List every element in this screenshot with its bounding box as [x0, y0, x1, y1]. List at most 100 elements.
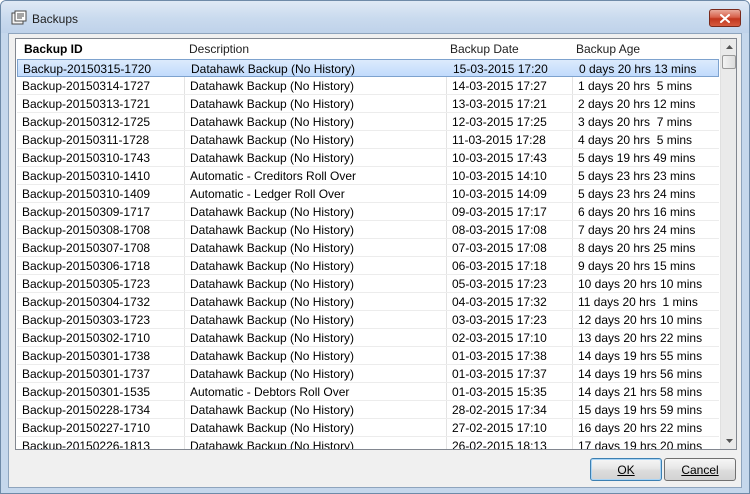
cell-description: Datahawk Backup (No History)	[190, 97, 355, 111]
cell-backup-age: 17 days 19 hrs 20 mins	[578, 439, 703, 450]
table-row[interactable]: Backup-20150308-1708 Datahawk Backup (No …	[17, 221, 719, 239]
table-row[interactable]: Backup-20150310-1410 Automatic - Creditor…	[17, 167, 719, 185]
cell-backup-date: 05-03-2015 17:23	[452, 277, 547, 291]
dialog-client-area: Backup ID Description Backup Date Backup…	[8, 33, 742, 488]
cell-backup-date: 11-03-2015 17:28	[452, 133, 546, 147]
cell-backup-age: 5 days 23 hrs 24 mins	[578, 187, 696, 201]
cell-backup-id: Backup-20150313-1721	[22, 97, 151, 111]
cell-backup-id: Backup-20150308-1708	[22, 223, 151, 237]
cell-backup-date: 03-03-2015 17:23	[452, 313, 547, 327]
cell-description: Datahawk Backup (No History)	[190, 331, 355, 345]
column-header-backup-age[interactable]: Backup Age	[574, 39, 640, 59]
cell-backup-age: 13 days 20 hrs 22 mins	[578, 331, 703, 345]
scroll-down-arrow-icon[interactable]	[721, 433, 736, 449]
ok-button[interactable]: OK	[590, 458, 662, 481]
cell-description: Datahawk Backup (No History)	[190, 349, 355, 363]
table-row[interactable]: Backup-20150228-1734 Datahawk Backup (No …	[17, 401, 719, 419]
cell-backup-age: 1 days 20 hrs 5 mins	[578, 79, 693, 93]
table-row[interactable]: Backup-20150314-1727 Datahawk Backup (No …	[17, 77, 719, 95]
cell-backup-age: 7 days 20 hrs 24 mins	[578, 223, 696, 237]
table-row[interactable]: Backup-20150306-1718 Datahawk Backup (No …	[17, 257, 719, 275]
cell-backup-age: 14 days 19 hrs 55 mins	[578, 349, 703, 363]
backups-list[interactable]: Backup ID Description Backup Date Backup…	[15, 38, 737, 450]
cell-backup-age: 0 days 20 hrs 13 mins	[579, 62, 697, 76]
cell-description: Datahawk Backup (No History)	[190, 367, 355, 381]
cell-description: Datahawk Backup (No History)	[190, 313, 355, 327]
cell-backup-date: 15-03-2015 17:20	[453, 62, 548, 76]
cell-backup-date: 10-03-2015 14:09	[452, 187, 547, 201]
cell-backup-date: 08-03-2015 17:08	[452, 223, 547, 237]
close-button[interactable]	[709, 9, 741, 27]
title-bar[interactable]: Backups	[1, 1, 749, 33]
cell-backup-id: Backup-20150301-1737	[22, 367, 151, 381]
cell-description: Datahawk Backup (No History)	[190, 205, 355, 219]
cell-backup-age: 4 days 20 hrs 5 mins	[578, 133, 693, 147]
table-row[interactable]: Backup-20150302-1710 Datahawk Backup (No …	[17, 329, 719, 347]
cell-backup-id: Backup-20150310-1743	[22, 151, 151, 165]
table-row[interactable]: Backup-20150226-1813 Datahawk Backup (No …	[17, 437, 719, 450]
table-row[interactable]: Backup-20150313-1721 Datahawk Backup (No …	[17, 95, 719, 113]
column-header-backup-date[interactable]: Backup Date	[448, 39, 519, 59]
table-row[interactable]: Backup-20150303-1723 Datahawk Backup (No …	[17, 311, 719, 329]
cell-backup-date: 28-02-2015 17:34	[452, 403, 547, 417]
scrollbar-thumb[interactable]	[722, 55, 736, 69]
cell-backup-age: 8 days 20 hrs 25 mins	[578, 241, 696, 255]
cell-backup-date: 26-02-2015 18:13	[452, 439, 547, 450]
table-row[interactable]: Backup-20150312-1725 Datahawk Backup (No …	[17, 113, 719, 131]
table-row[interactable]: Backup-20150304-1732 Datahawk Backup (No …	[17, 293, 719, 311]
cell-backup-age: 11 days 20 hrs 1 mins	[578, 295, 698, 309]
cell-description: Datahawk Backup (No History)	[190, 295, 355, 309]
cell-description: Datahawk Backup (No History)	[190, 79, 355, 93]
cell-backup-age: 9 days 20 hrs 15 mins	[578, 259, 696, 273]
list-header: Backup ID Description Backup Date Backup…	[16, 39, 720, 59]
cancel-button[interactable]: Cancel	[664, 458, 736, 481]
cell-backup-id: Backup-20150301-1738	[22, 349, 151, 363]
cell-backup-id: Backup-20150227-1710	[22, 421, 151, 435]
cell-backup-date: 01-03-2015 17:38	[452, 349, 547, 363]
cell-backup-date: 27-02-2015 17:10	[452, 421, 547, 435]
table-row[interactable]: Backup-20150301-1737 Datahawk Backup (No …	[17, 365, 719, 383]
cell-description: Datahawk Backup (No History)	[190, 241, 355, 255]
table-row[interactable]: Backup-20150227-1710 Datahawk Backup (No …	[17, 419, 719, 437]
cell-backup-age: 14 days 21 hrs 58 mins	[578, 385, 703, 399]
cell-description: Datahawk Backup (No History)	[190, 151, 355, 165]
cell-backup-age: 12 days 20 hrs 10 mins	[578, 313, 703, 327]
close-icon	[720, 13, 730, 23]
cell-backup-id: Backup-20150303-1723	[22, 313, 151, 327]
cell-backup-date: 02-03-2015 17:10	[452, 331, 547, 345]
cell-backup-id: Backup-20150306-1718	[22, 259, 151, 273]
cell-backup-age: 2 days 20 hrs 12 mins	[578, 97, 696, 111]
table-row[interactable]: Backup-20150310-1743 Datahawk Backup (No …	[17, 149, 719, 167]
cell-backup-date: 06-03-2015 17:18	[452, 259, 547, 273]
cell-backup-age: 5 days 19 hrs 49 mins	[578, 151, 696, 165]
column-header-description[interactable]: Description	[187, 39, 249, 59]
cell-backup-id: Backup-20150312-1725	[22, 115, 151, 129]
backup-window-icon	[11, 10, 27, 25]
cell-description: Datahawk Backup (No History)	[190, 403, 355, 417]
table-row[interactable]: Backup-20150307-1708 Datahawk Backup (No …	[17, 239, 719, 257]
scroll-up-arrow-icon[interactable]	[721, 39, 736, 55]
cell-backup-age: 14 days 19 hrs 56 mins	[578, 367, 703, 381]
cell-backup-age: 10 days 20 hrs 10 mins	[578, 277, 703, 291]
table-row[interactable]: Backup-20150301-1535 Automatic - Debtors …	[17, 383, 719, 401]
vertical-scrollbar[interactable]	[720, 39, 736, 449]
table-row[interactable]: Backup-20150315-1720 Datahawk Backup (No …	[17, 59, 719, 77]
cell-description: Datahawk Backup (No History)	[190, 259, 355, 273]
cell-backup-id: Backup-20150310-1409	[22, 187, 151, 201]
table-row[interactable]: Backup-20150301-1738 Datahawk Backup (No …	[17, 347, 719, 365]
table-row[interactable]: Backup-20150310-1409 Automatic - Ledger R…	[17, 185, 719, 203]
table-row[interactable]: Backup-20150305-1723 Datahawk Backup (No …	[17, 275, 719, 293]
cell-description: Datahawk Backup (No History)	[190, 115, 355, 129]
cell-backup-date: 04-03-2015 17:32	[452, 295, 547, 309]
cell-description: Datahawk Backup (No History)	[191, 62, 356, 76]
table-row[interactable]: Backup-20150311-1728 Datahawk Backup (No …	[17, 131, 719, 149]
cell-description: Datahawk Backup (No History)	[190, 277, 355, 291]
table-row[interactable]: Backup-20150309-1717 Datahawk Backup (No …	[17, 203, 719, 221]
cell-description: Datahawk Backup (No History)	[190, 223, 355, 237]
window-title: Backups	[32, 12, 79, 26]
cell-description: Automatic - Creditors Roll Over	[190, 169, 357, 183]
cell-backup-date: 09-03-2015 17:17	[452, 205, 547, 219]
cell-backup-id: Backup-20150228-1734	[22, 403, 151, 417]
backups-dialog: Backups Backup ID Description Backup Dat…	[0, 0, 750, 494]
column-header-backup-id[interactable]: Backup ID	[22, 39, 83, 59]
